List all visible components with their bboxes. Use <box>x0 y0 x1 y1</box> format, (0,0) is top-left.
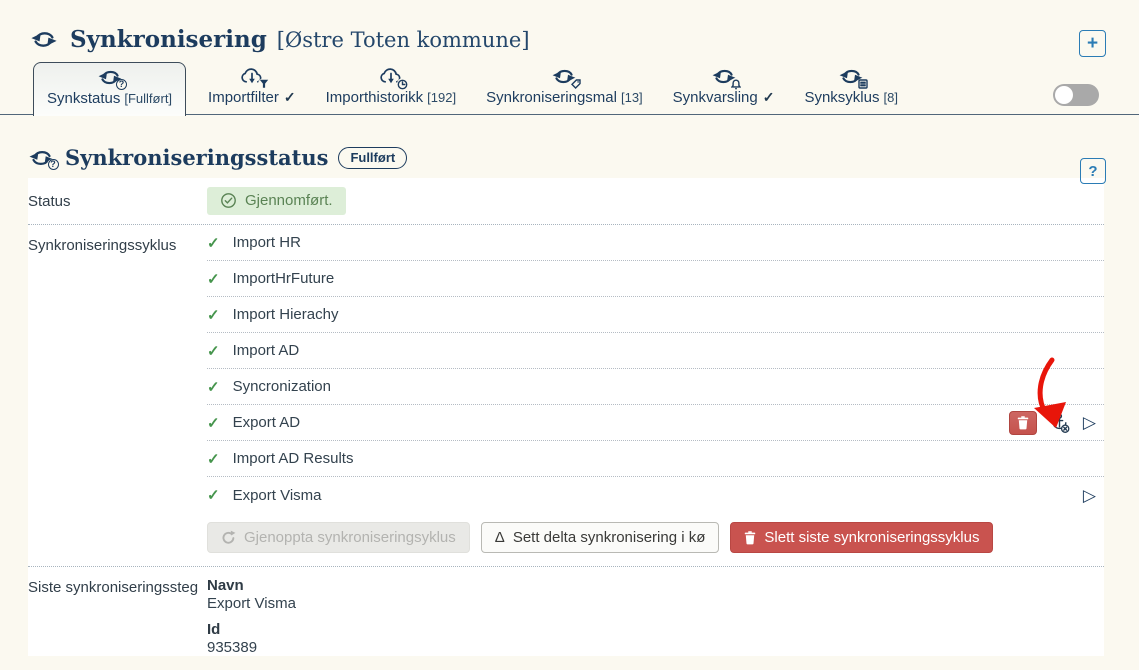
delta-icon: Δ <box>495 529 505 546</box>
tab-importfilter[interactable]: Importfilter ✓ <box>200 61 304 114</box>
trash-icon <box>744 531 756 545</box>
anchor-xmark-icon[interactable] <box>1050 413 1070 433</box>
check-icon: ✓ <box>207 342 220 360</box>
status-label: Status <box>28 187 207 215</box>
step-import-hierachy: ✓ Import Hierachy <box>207 297 1104 333</box>
last-step-label: Siste synkroniseringssteg <box>28 577 207 656</box>
step-label: Export AD <box>233 414 301 431</box>
step-label: Import Hierachy <box>233 306 339 323</box>
cycle-actions: Gjenoppta synkroniseringsyklus Δ Sett de… <box>207 513 1104 566</box>
step-syncronization: ✓ Syncronization <box>207 369 1104 405</box>
delete-step-button[interactable] <box>1009 411 1037 435</box>
section-title: Synkroniseringsstatus <box>65 145 328 170</box>
section-header: ? Synkroniseringsstatus Fullført <box>0 115 1139 170</box>
help-button[interactable]: ? <box>1080 158 1106 184</box>
queue-delta-sync-button[interactable]: Δ Sett delta synkronisering i kø <box>481 522 720 553</box>
sync-question-icon: ? <box>28 148 55 168</box>
step-export-ad: ✓ Export AD <box>207 405 1104 441</box>
check-icon: ✓ <box>763 89 775 105</box>
sync-question-icon: ? <box>96 68 124 88</box>
tab-label: Synkstatus <box>47 90 120 107</box>
status-badge: Gjennomført. <box>207 187 346 215</box>
step-label: Import HR <box>233 234 301 251</box>
play-icon[interactable]: ▷ <box>1083 414 1096 431</box>
id-key: Id <box>207 621 1104 638</box>
step-import-ad-results: ✓ Import AD Results <box>207 441 1104 477</box>
page-header: Synkronisering [Østre Toten kommune] <box>0 0 1139 53</box>
cycle-label: Synkroniseringssyklus <box>28 225 207 566</box>
check-icon: ✓ <box>207 378 220 396</box>
step-export-visma: ✓ Export Visma ▷ <box>207 477 1104 513</box>
step-import-hr: ✓ Import HR <box>207 225 1104 261</box>
check-icon: ✓ <box>207 486 220 504</box>
step-label: ImportHrFuture <box>233 270 335 287</box>
sync-tag-icon <box>550 67 578 87</box>
add-button[interactable]: + <box>1079 30 1106 57</box>
tab-label: Importhistorikk <box>326 89 424 106</box>
page-context: [Østre Toten kommune] <box>277 28 530 52</box>
step-label: Syncronization <box>233 378 331 395</box>
tab-synkstatus[interactable]: ? Synkstatus [Fullført] <box>33 62 186 116</box>
tab-synkroniseringsmal[interactable]: Synkroniseringsmal [13] <box>478 61 651 114</box>
step-import-ad: ✓ Import AD <box>207 333 1104 369</box>
id-value: 935389 <box>207 639 1104 656</box>
check-icon: ✓ <box>207 414 220 432</box>
status-pill: Fullført <box>338 147 407 169</box>
tab-label: Synkroniseringsmal <box>486 89 617 106</box>
status-row: Status Gjennomført. <box>28 178 1104 224</box>
toggle-knob <box>1055 86 1073 104</box>
check-icon: ✓ <box>207 270 220 288</box>
synchronization-page: Synkronisering [Østre Toten kommune] + ?… <box>0 0 1139 670</box>
tab-synkvarsling[interactable]: Synkvarsling ✓ <box>665 61 783 114</box>
resume-cycle-button[interactable]: Gjenoppta synkroniseringsyklus <box>207 522 470 553</box>
last-step-row: Siste synkroniseringssteg Navn Export Vi… <box>28 567 1104 656</box>
tab-synksyklus[interactable]: Synksyklus [8] <box>796 61 906 114</box>
check-icon: ✓ <box>284 89 296 105</box>
tab-label: Synksyklus <box>804 89 879 106</box>
name-block: Navn Export Visma <box>207 577 1104 612</box>
name-key: Navn <box>207 577 1104 594</box>
step-label: Export Visma <box>233 487 322 504</box>
step-label: Import AD Results <box>233 450 354 467</box>
sync-list-icon <box>837 67 865 87</box>
circle-check-icon <box>220 192 237 209</box>
sync-bell-icon <box>710 67 738 87</box>
tab-importhistorikk[interactable]: Importhistorikk[192] <box>318 61 464 114</box>
page-title: Synkronisering <box>70 26 267 53</box>
tab-suffix: [Fullført] <box>124 91 172 106</box>
refresh-icon <box>221 530 236 545</box>
check-icon: ✓ <box>207 306 220 324</box>
cycle-steps-list: ✓ Import HR ✓ ImportHrFuture ✓ Import Hi… <box>207 225 1104 513</box>
tab-label: Importfilter <box>208 89 279 106</box>
cycle-row: Synkroniseringssyklus ✓ Import HR ✓ Impo… <box>28 225 1104 566</box>
id-block: Id 935389 <box>207 621 1104 656</box>
sync-icon <box>30 29 58 50</box>
tab-bar: ? Synkstatus [Fullført] Importfilter ✓ Imp… <box>0 61 1139 115</box>
cloud-download-clock-icon <box>377 67 405 87</box>
tab-suffix: [192] <box>427 90 456 105</box>
play-icon[interactable]: ▷ <box>1083 487 1096 504</box>
delete-last-cycle-button[interactable]: Slett siste synkroniseringssyklus <box>730 522 993 553</box>
step-importhrfuture: ✓ ImportHrFuture <box>207 261 1104 297</box>
toggle-switch[interactable] <box>1053 84 1099 106</box>
name-value: Export Visma <box>207 595 1104 612</box>
tab-suffix: [8] <box>883 90 897 105</box>
tab-suffix: [13] <box>621 90 643 105</box>
trash-icon <box>1017 416 1029 430</box>
cloud-download-filter-icon <box>238 67 266 87</box>
step-label: Import AD <box>233 342 300 359</box>
check-icon: ✓ <box>207 234 220 252</box>
status-detail-table: Status Gjennomført. Synkroniseringssyklu… <box>28 178 1104 656</box>
tab-label: Synkvarsling <box>673 89 758 106</box>
check-icon: ✓ <box>207 450 220 468</box>
